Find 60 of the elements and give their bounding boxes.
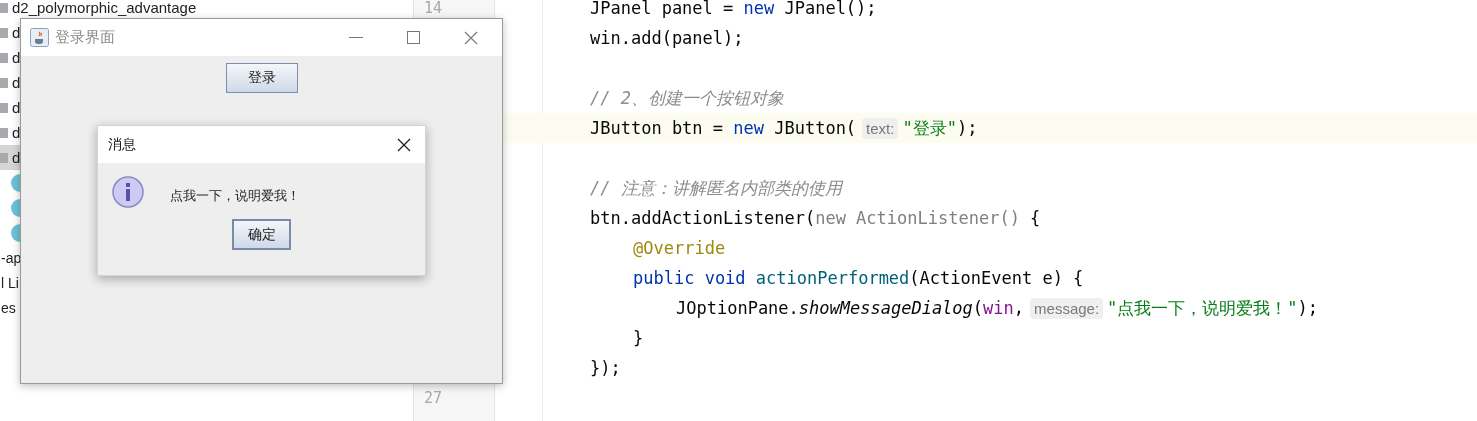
code-text: btn.addActionListener( [590, 208, 816, 228]
folder-icon [0, 51, 8, 64]
tree-item[interactable]: es [1, 299, 16, 316]
folder-icon [0, 1, 8, 14]
code-text: JButton btn = [590, 118, 724, 138]
code-text: win.add(panel); [590, 28, 744, 48]
code-text: ( [972, 298, 984, 318]
code-text: JButton( [774, 118, 857, 138]
tree-item[interactable]: d [12, 99, 21, 116]
string-literal: "登录" [902, 116, 957, 140]
window-title: 登录界面 [55, 28, 115, 47]
ok-button[interactable]: 确定 [232, 219, 291, 250]
line-number: 14 [424, 0, 443, 17]
method-name: actionPerformed [755, 268, 910, 288]
tree-item[interactable]: d [12, 74, 21, 91]
code-text: JPanel(); [784, 0, 877, 18]
annotation-text: @Override [633, 238, 726, 258]
tree-item[interactable]: d [12, 149, 21, 166]
dialog-message: 点我一下，说明爱我！ [170, 187, 300, 205]
tree-item[interactable]: d [12, 124, 21, 141]
info-icon [112, 176, 146, 210]
code-comment: // 注意：讲解匿名内部类的使用 [590, 176, 842, 200]
dialog-title: 消息 [108, 135, 136, 154]
keyword-text: new [733, 118, 764, 138]
parameter-text: win [983, 298, 1014, 318]
tree-item[interactable]: d2_polymorphic_advantage [12, 0, 197, 16]
keyword-text: new [743, 0, 775, 18]
method-call: showMessageDialog [798, 298, 973, 318]
string-literal: "点我一下，说明爱我！" [1107, 296, 1298, 320]
code-text: JPanel panel = [590, 0, 734, 18]
code-text: ); [956, 118, 978, 138]
folder-icon [0, 101, 8, 114]
code-text: }); [590, 358, 621, 378]
class-icon[interactable] [11, 198, 20, 217]
login-button[interactable]: 登录 [225, 63, 298, 93]
coffee-cup-icon [30, 28, 49, 47]
code-comment: // 2、创建一个按钮对象 [590, 86, 784, 110]
code-text: { [1030, 208, 1041, 228]
folder-icon [0, 151, 8, 164]
parameter-hint: message: [1030, 297, 1104, 319]
close-icon[interactable] [397, 137, 411, 152]
folder-icon [0, 26, 8, 39]
code-text: } [633, 328, 644, 348]
tree-item[interactable]: l Li [1, 274, 19, 291]
folder-icon [0, 76, 8, 89]
code-text: , [1013, 298, 1025, 318]
maximize-icon[interactable] [407, 31, 420, 44]
folder-icon [0, 126, 8, 139]
code-text: (ActionEvent e) { [909, 268, 1084, 288]
code-text: JOptionPane. [676, 298, 799, 318]
class-icon[interactable] [11, 173, 20, 192]
code-text: ); [1297, 298, 1319, 318]
keyword-text: public void [633, 268, 746, 288]
line-number: 27 [424, 389, 443, 407]
tree-item[interactable]: d [12, 49, 21, 66]
parameter-hint: text: [862, 117, 899, 139]
tree-item[interactable]: d [12, 24, 21, 41]
class-icon[interactable] [11, 223, 20, 242]
code-text: new ActionListener() [815, 208, 1020, 228]
minimize-icon[interactable] [349, 36, 363, 39]
